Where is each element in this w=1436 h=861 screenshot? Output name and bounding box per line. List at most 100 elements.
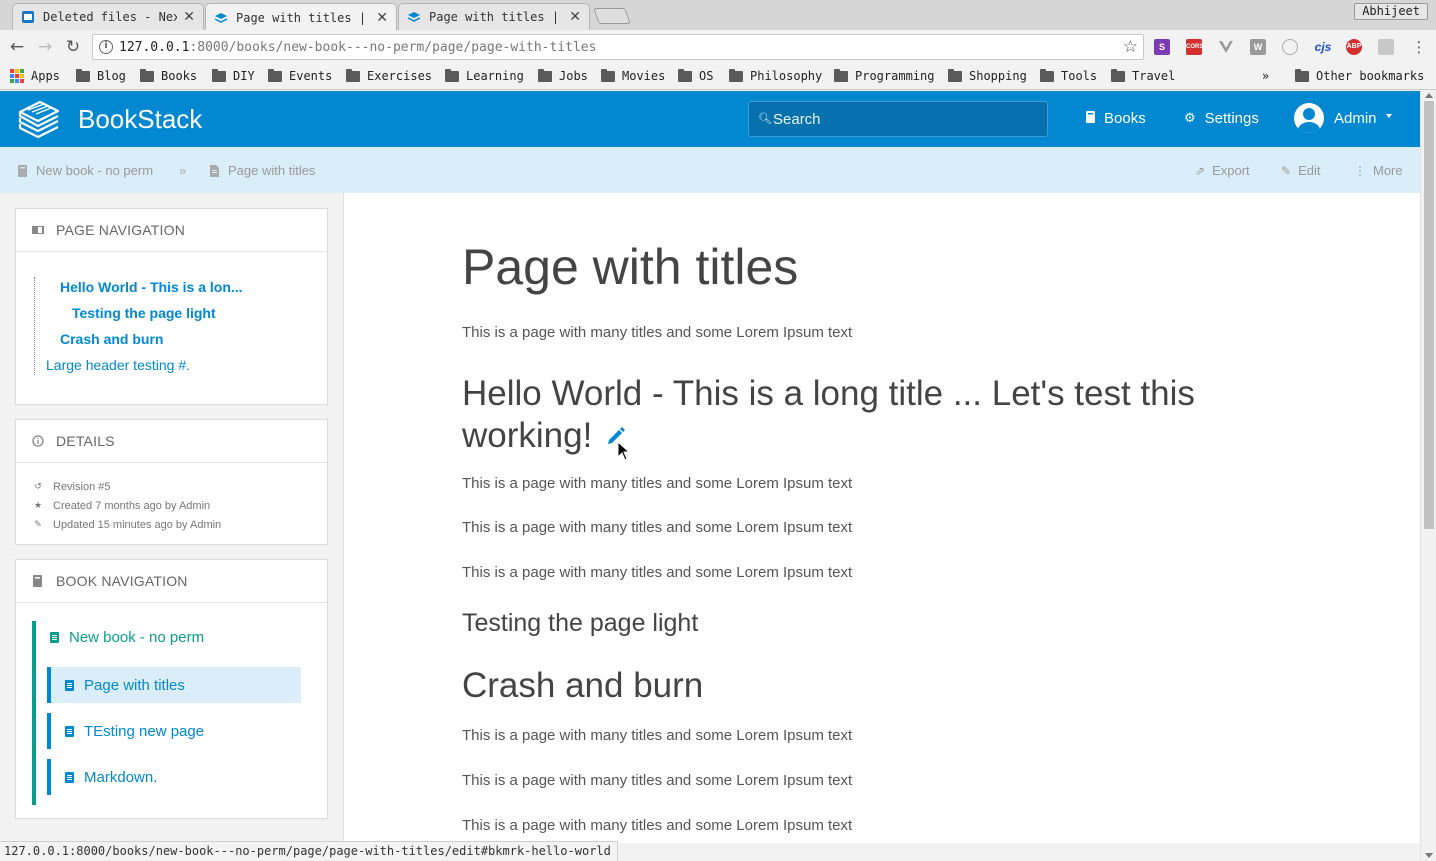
bookmark-folder-blog[interactable]: Blog <box>76 68 126 83</box>
book-nav-book[interactable]: New book - no perm <box>50 629 204 646</box>
created-row: ★ Created 7 months ago by Admin <box>33 499 211 512</box>
heading-hello-world-continued: working! <box>462 416 593 455</box>
bookmark-folder-other[interactable]: Other bookmarks <box>1295 68 1424 83</box>
profile-button[interactable]: Abhijeet <box>1354 3 1428 20</box>
app-name[interactable]: BookStack <box>78 104 202 135</box>
breadcrumb-separator: » <box>179 163 187 178</box>
extension-vue-icon[interactable] <box>1218 39 1234 55</box>
bookstack-logo-icon[interactable] <box>18 100 60 138</box>
folder-icon <box>140 68 154 82</box>
address-url[interactable]: 127.0.0.1:8000/books/new-book---no-perm/… <box>119 40 596 55</box>
bookmarks-bar: Apps Blog Books DIY Events Exercises Lea… <box>0 64 1436 90</box>
bookmark-folder-philosophy[interactable]: Philosophy <box>729 68 822 83</box>
book-navigation-list: New book - no perm Page with titles TEst… <box>16 603 327 818</box>
extension-s-icon[interactable]: S <box>1154 39 1170 55</box>
nextcloud-favicon-icon <box>22 11 34 23</box>
updated-row: ✎ Updated 15 minutes ago by Admin <box>34 518 222 531</box>
paragraph: This is a page with many titles and some… <box>462 772 853 789</box>
forward-arrow-icon[interactable]: → <box>34 36 56 58</box>
gear-icon: ⚙ <box>1184 111 1196 126</box>
page-scrollbar[interactable] <box>1420 91 1436 861</box>
folder-icon <box>948 68 962 82</box>
folder-icon <box>1295 68 1309 82</box>
new-tab-button[interactable] <box>593 8 631 24</box>
bookmark-folder-exercises[interactable]: Exercises <box>346 68 432 83</box>
page-title: Page with titles <box>462 239 799 295</box>
scroll-up-arrow-icon[interactable] <box>1425 93 1433 98</box>
extension-adblock-icon[interactable]: ABP <box>1346 39 1362 55</box>
tab-close-icon[interactable]: ✕ <box>569 9 581 25</box>
extension-gear-icon[interactable] <box>1378 39 1394 55</box>
pencil-icon: ✎ <box>34 519 42 530</box>
browser-toolbar: ← → ↻ i 127.0.0.1:8000/books/new-book---… <box>0 30 1436 64</box>
more-button[interactable]: ⋮ More <box>1354 163 1403 178</box>
extension-w-icon[interactable]: W <box>1250 39 1266 55</box>
paragraph: This is a page with many titles and some… <box>462 324 853 341</box>
page-nav-link-large-header[interactable]: Large header testing #. <box>46 357 190 373</box>
book-nav-page[interactable]: TEsting new page <box>47 713 301 749</box>
paragraph: This is a page with many titles and some… <box>462 817 853 834</box>
paragraph: This is a page with many titles and some… <box>462 727 853 744</box>
user-name[interactable]: Admin <box>1334 110 1377 127</box>
bookmark-folder-os[interactable]: OS <box>678 68 713 83</box>
bookmark-folder-books[interactable]: Books <box>140 68 197 83</box>
book-icon <box>18 164 27 177</box>
book-nav-page[interactable]: Markdown. <box>47 759 301 795</box>
page-navigation-title: PAGE NAVIGATION <box>16 209 327 252</box>
browser-tab-page-with-titles[interactable]: Page with titles | ✕ <box>398 3 590 30</box>
browser-tab-page-with-titles-active[interactable]: Page with titles | ✕ <box>205 3 397 31</box>
edit-button[interactable]: ✎ Edit <box>1281 163 1320 178</box>
browser-tab-strip: Deleted files - Nex ✕ Page with titles |… <box>0 0 1436 31</box>
browser-tab-deleted-files[interactable]: Deleted files - Nex ✕ <box>12 3 204 30</box>
bookmark-folder-events[interactable]: Events <box>268 68 332 83</box>
book-nav-page-selected[interactable]: Page with titles <box>47 667 301 703</box>
bookmark-folder-shopping[interactable]: Shopping <box>948 68 1027 83</box>
page-nav-link-testing-page-light[interactable]: Testing the page light <box>72 305 216 321</box>
breadcrumb-page[interactable]: Page with titles <box>210 163 315 178</box>
search-input[interactable] <box>773 110 1033 128</box>
tab-close-icon[interactable]: ✕ <box>376 10 388 26</box>
back-arrow-icon[interactable]: ← <box>6 36 28 58</box>
bookmark-folder-learning[interactable]: Learning <box>445 68 524 83</box>
bookmarks-overflow-chevron-icon[interactable]: » <box>1262 69 1269 83</box>
page-nav-link-hello-world[interactable]: Hello World - This is a lon... <box>60 279 243 295</box>
export-button[interactable]: ⇗ Export <box>1195 163 1250 178</box>
site-info-icon[interactable]: i <box>99 40 113 54</box>
revision-row: ↺ Revision #5 <box>34 480 111 493</box>
bookmark-folder-diy[interactable]: DIY <box>212 68 255 83</box>
page-nav-link-crash-and-burn[interactable]: Crash and burn <box>60 331 163 347</box>
folder-icon <box>1111 68 1125 82</box>
tab-title: Page with titles | <box>429 10 560 24</box>
bookmark-star-icon[interactable]: ☆ <box>1123 37 1138 57</box>
books-link[interactable]: Books <box>1086 110 1146 127</box>
bookstack-favicon-icon <box>214 12 228 23</box>
caret-down-icon[interactable] <box>1386 114 1392 118</box>
avatar[interactable] <box>1294 103 1324 133</box>
reload-icon[interactable]: ↻ <box>62 36 84 58</box>
bookmark-apps[interactable]: Apps <box>10 69 60 83</box>
bookmark-folder-jobs[interactable]: Jobs <box>538 68 588 83</box>
extension-circle-icon[interactable] <box>1282 39 1298 55</box>
bookmark-folder-travel[interactable]: Travel <box>1111 68 1175 83</box>
page-content: Page with titles This is a page with man… <box>344 193 1420 843</box>
extension-cors-icon[interactable]: CORS <box>1186 39 1203 55</box>
bookmark-folder-tools[interactable]: Tools <box>1040 68 1097 83</box>
search-box[interactable]: 🔍︎ <box>748 101 1048 137</box>
scrollbar-thumb[interactable] <box>1424 101 1434 529</box>
details-list: ↺ Revision #5 ★ Created 7 months ago by Ad… <box>16 463 327 544</box>
app-header: BookStack 🔍︎ Books ⚙ Settings Admin <box>0 91 1420 147</box>
chrome-menu-icon[interactable]: ⋮ <box>1408 36 1430 58</box>
scroll-down-arrow-icon[interactable] <box>1425 853 1433 858</box>
address-bar[interactable]: i 127.0.0.1:8000/books/new-book---no-per… <box>92 34 1144 60</box>
tab-close-icon[interactable]: ✕ <box>183 9 195 25</box>
apps-grid-icon <box>10 69 24 83</box>
folder-icon <box>538 68 552 82</box>
heading-testing-page-light: Testing the page light <box>462 609 699 637</box>
bookmark-folder-programming[interactable]: Programming <box>834 68 934 83</box>
extension-cjs-icon[interactable]: cjs <box>1313 39 1333 55</box>
settings-link[interactable]: ⚙ Settings <box>1184 110 1259 127</box>
kebab-menu-icon: ⋮ <box>1354 163 1366 178</box>
breadcrumb-book[interactable]: New book - no perm <box>18 163 153 178</box>
folder-icon <box>729 68 743 82</box>
bookmark-folder-movies[interactable]: Movies <box>601 68 665 83</box>
